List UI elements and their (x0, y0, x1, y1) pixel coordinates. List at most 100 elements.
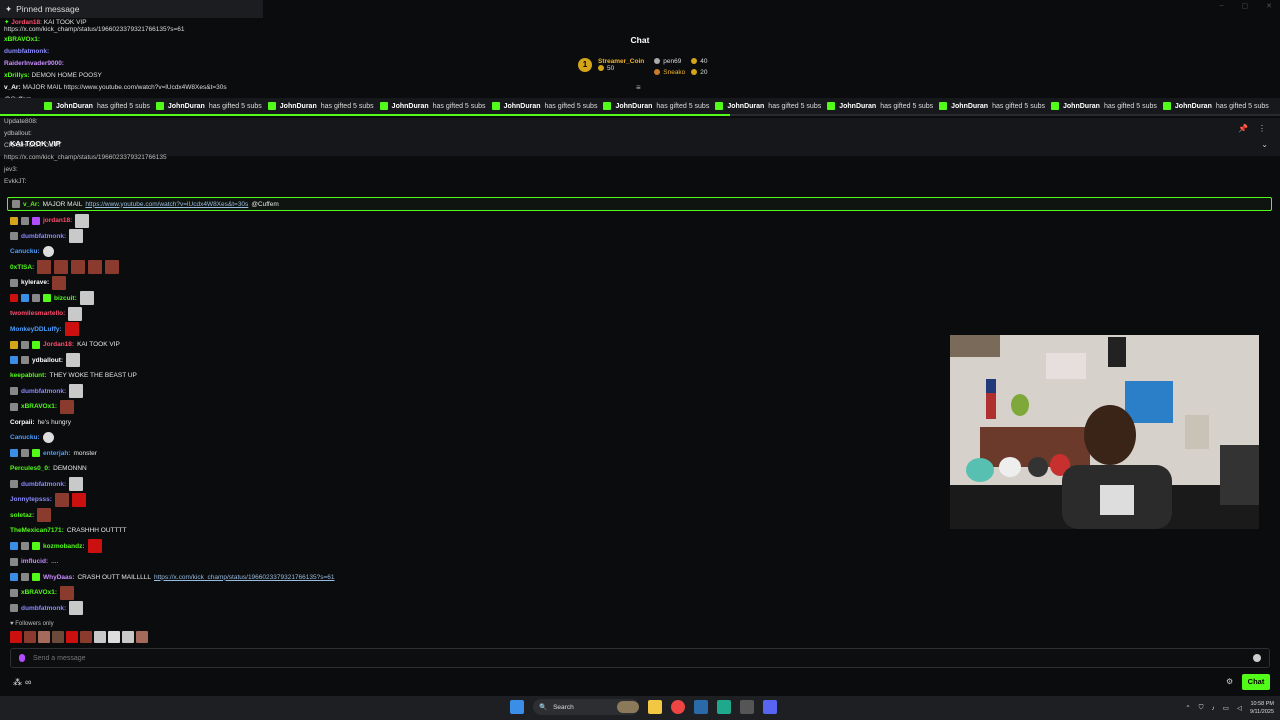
infinity-icon[interactable]: ∞ (25, 677, 31, 688)
message-username[interactable]: kozmobandz: (43, 543, 85, 550)
pinned-panel[interactable] (0, 118, 1280, 156)
emote-icon[interactable] (108, 631, 120, 643)
message-link[interactable]: https://x.com/kick_champ/status/19660233… (154, 574, 335, 581)
message-username[interactable]: Jonnytepsss: (10, 496, 52, 503)
chevron-down-icon[interactable]: ⌄ (1261, 140, 1268, 149)
gift-item: JohnDuran has gifted 5 subs (827, 102, 933, 110)
emote-icon (37, 260, 52, 275)
emote-icon[interactable] (38, 631, 50, 643)
message-username[interactable]: xBRAVOx1: (21, 589, 57, 596)
emoji-icon[interactable] (1253, 654, 1261, 662)
gear-icon[interactable]: ⚙ (1226, 677, 1233, 686)
chat-message: Jordan18: KAI TOOK VIP (10, 337, 610, 353)
users-icon[interactable]: ⁂ (13, 677, 22, 688)
discord-icon[interactable] (763, 700, 777, 714)
chat-input-box (10, 648, 1270, 668)
message-username[interactable]: ydballout: (32, 357, 63, 364)
gift-item: JohnDuran has gifted 5 subs (715, 102, 821, 110)
clock[interactable]: 10:58 PM 9/11/2025 (1250, 700, 1274, 716)
message-username[interactable]: Jordan18: (43, 341, 74, 348)
mic-icon[interactable] (19, 654, 25, 662)
message-username[interactable]: dumbfatmonk: (21, 233, 66, 240)
chat-message: kylerave: (10, 275, 610, 291)
message-username[interactable]: 0xTISA: (10, 264, 34, 271)
emote-icon[interactable] (136, 631, 148, 643)
gift-user: JohnDuran (1063, 102, 1100, 110)
emote-icon[interactable] (94, 631, 106, 643)
message-username[interactable]: enterjah: (43, 450, 70, 457)
message-username[interactable]: soletaz: (10, 512, 34, 519)
pin-icon[interactable]: 📌 (1238, 124, 1248, 133)
taskbar-search[interactable]: 🔍 Search (533, 699, 639, 715)
message-text: DEMONNN (53, 465, 87, 473)
user-badge-icon (10, 278, 18, 287)
gift-icon (44, 102, 52, 110)
chat-message: Percules0_0: DEMONNN (10, 461, 610, 477)
chrome-icon[interactable] (671, 700, 685, 714)
webcam-feed (950, 335, 1259, 529)
coin-icon (691, 58, 698, 65)
close-icon[interactable]: ✕ (1266, 2, 1272, 10)
user-badge-icon (10, 216, 18, 225)
emote-icon[interactable] (10, 631, 22, 643)
active-app-icon[interactable] (717, 700, 731, 714)
collapse-leaderboard-icon[interactable]: ≡ (636, 83, 641, 92)
message-username[interactable]: twomilesmartello: (10, 310, 65, 317)
app-icon[interactable] (740, 700, 754, 714)
network-icon[interactable]: ▭ (1223, 704, 1229, 712)
chat-message: xBRAVOx1: (10, 399, 610, 415)
gift-item: JohnDuran has gifted 5 subs (939, 102, 1045, 110)
steam-icon[interactable] (694, 700, 708, 714)
emote-icon (42, 246, 54, 258)
message-username[interactable]: dumbfatmonk: (21, 605, 66, 612)
emote-icon[interactable] (52, 631, 64, 643)
second-place-name: pen69 (663, 58, 682, 65)
mic-tray-icon[interactable]: ♪ (1212, 705, 1215, 712)
minimize-icon[interactable]: – (1220, 2, 1224, 10)
message-username[interactable]: kylerave: (21, 279, 49, 286)
gift-item: JohnDuran has gifted 5 subs (603, 102, 709, 110)
message-link[interactable]: https://www.youtube.com/watch?v=lUcdx4W8… (85, 201, 248, 208)
chevron-up-icon[interactable]: ⌃ (1185, 704, 1190, 712)
emote-icon (69, 384, 84, 399)
pinned-message-bar[interactable]: ✦ Pinned message (0, 0, 263, 18)
message-username[interactable]: TheMexican7171: (10, 527, 64, 534)
chat-input[interactable] (33, 654, 1233, 662)
message-username[interactable]: v_Ar: (23, 201, 40, 208)
file-explorer-icon[interactable] (648, 700, 662, 714)
emote-icon[interactable] (66, 631, 78, 643)
security-icon[interactable]: ⛉ (1199, 704, 1204, 712)
message-username[interactable]: jordan18: (43, 217, 72, 224)
gift-text: has gifted 5 subs (208, 102, 262, 110)
message-username[interactable]: dumbfatmonk: (21, 481, 66, 488)
message-username[interactable]: Canucku: (10, 434, 40, 441)
gift-item: JohnDuran has gifted 5 subs (1051, 102, 1157, 110)
message-username[interactable]: Corpaii: (10, 419, 35, 426)
emote-icon[interactable] (80, 631, 92, 643)
gift-text: has gifted 5 subs (320, 102, 374, 110)
gift-icon (603, 102, 612, 110)
user-badge-icon (10, 232, 18, 241)
message-username[interactable]: keepablunt: (10, 372, 46, 379)
message-username[interactable]: Canucku: (10, 248, 40, 255)
more-options-icon[interactable]: ⋮ (1258, 124, 1266, 133)
chat-message: TheMexican7171: CRASHHH OUTTTT (10, 523, 610, 539)
ghost-chat-line: Update808: (4, 118, 38, 125)
message-username[interactable]: bizcuit: (54, 295, 77, 302)
volume-icon[interactable]: ◁ (1237, 704, 1242, 712)
send-chat-button[interactable]: Chat (1242, 674, 1270, 690)
message-username[interactable]: imflucid: (21, 558, 48, 565)
user-badge-icon (10, 542, 18, 551)
message-username[interactable]: WhyDaas: (43, 574, 74, 581)
maximize-icon[interactable]: ▢ (1242, 2, 1249, 10)
user-badge-icon (10, 340, 18, 349)
message-username[interactable]: Percules0_0: (10, 465, 50, 472)
windows-start-icon[interactable] (510, 700, 524, 714)
emote-icon[interactable] (122, 631, 134, 643)
message-username[interactable]: MonkeyDDLuffy: (10, 326, 62, 333)
message-username[interactable]: dumbfatmonk: (21, 388, 66, 395)
gift-leaderboard[interactable]: 1 Streamer_Coin 50 pen69 40 Sneako 20 (578, 58, 708, 76)
first-place-icon: 1 (578, 58, 592, 72)
emote-icon[interactable] (24, 631, 36, 643)
message-username[interactable]: xBRAVOx1: (21, 403, 57, 410)
